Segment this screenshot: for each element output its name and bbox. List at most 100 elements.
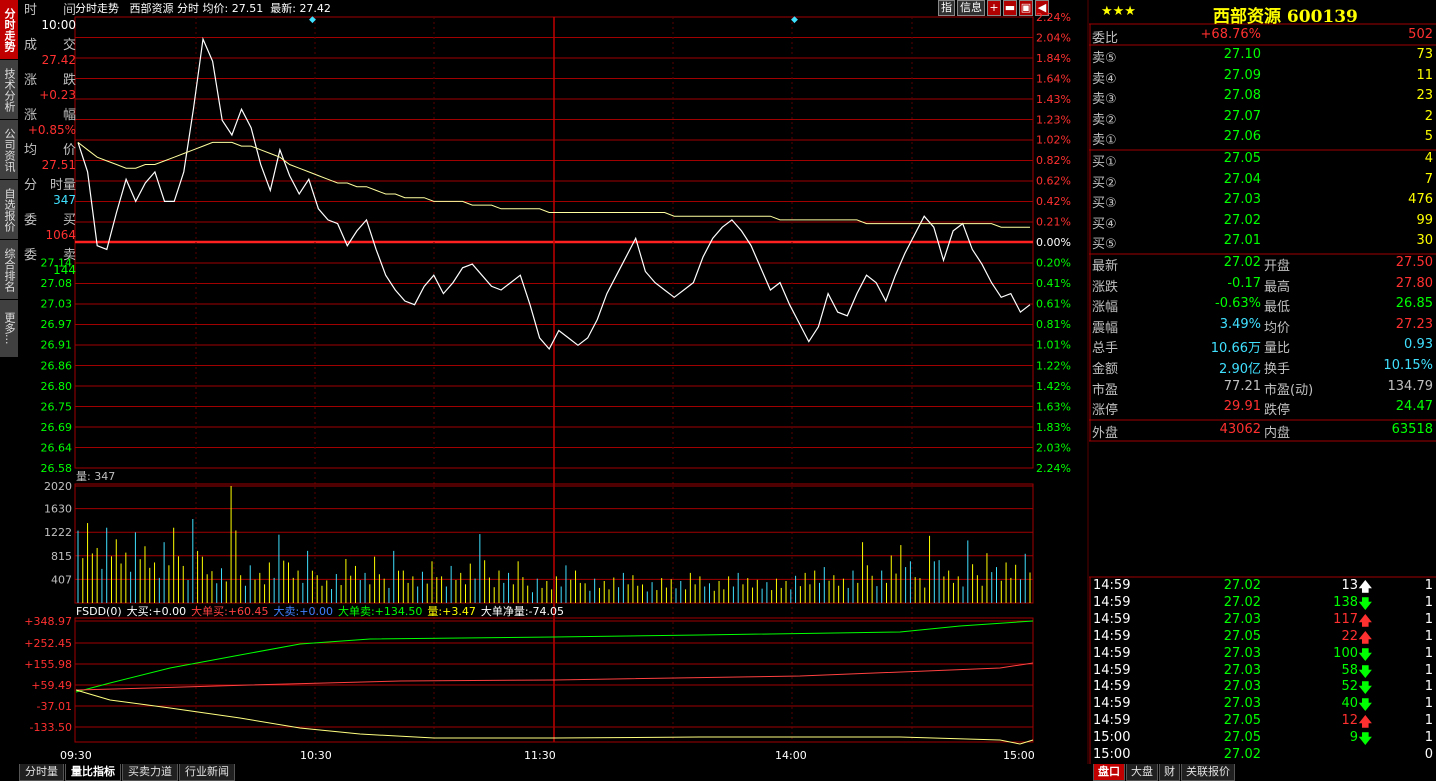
info-value-1: 27.42 xyxy=(41,53,76,67)
stat-label: 市盈(动) xyxy=(1264,382,1314,398)
info-value-3: +0.85% xyxy=(27,123,76,137)
volume-axis-label: 1630 xyxy=(44,503,72,516)
tick-count: 1 xyxy=(1424,730,1433,746)
buy-level-volume: 30 xyxy=(1416,233,1433,249)
info-value-0: 10:00 xyxy=(41,18,76,32)
weibi-pct: +68.76% xyxy=(1200,27,1261,42)
info-value-row-3: +0.85% xyxy=(22,121,76,139)
inner-value: 63518 xyxy=(1391,422,1433,437)
volume-axis-label: 1222 xyxy=(44,526,72,539)
tick-time: 14:59 xyxy=(1093,628,1131,644)
price-axis-label: 26.97 xyxy=(41,318,73,331)
event-marker-icon[interactable]: ◆ xyxy=(309,15,316,25)
stat-label: 均价 xyxy=(1264,320,1291,336)
bottom-tab-2[interactable]: 买卖力道 xyxy=(122,764,178,781)
pct-axis-label: 2.03% xyxy=(1036,441,1071,454)
tick-price: 27.03 xyxy=(1223,611,1261,627)
info-value-row-7: 144 xyxy=(22,261,76,279)
price-axis-label: 27.08 xyxy=(41,277,73,290)
sell-level-volume: 23 xyxy=(1416,88,1433,104)
stat-value: -0.63% xyxy=(1215,296,1261,312)
tick-price: 27.05 xyxy=(1223,730,1261,746)
info-value-row-4: 27.51 xyxy=(22,156,76,174)
tick-volume: 9 xyxy=(1349,730,1358,746)
tick-time: 14:59 xyxy=(1093,696,1131,712)
sell-level-price: 27.10 xyxy=(1223,47,1261,62)
outer-value: 43062 xyxy=(1219,422,1261,437)
tick-time: 14:59 xyxy=(1093,662,1131,678)
sell-level-price: 27.07 xyxy=(1223,108,1261,124)
info-value-7: 144 xyxy=(53,263,76,277)
info-value-row-1: 27.42 xyxy=(22,51,76,69)
stat-label: 涨跌 xyxy=(1092,279,1119,295)
bottom-tab-1[interactable]: 量比指标 xyxy=(65,764,121,781)
sell-level-volume: 11 xyxy=(1416,67,1433,83)
tick-time: 14:59 xyxy=(1093,611,1131,627)
info-value-2: +0.23 xyxy=(39,88,76,102)
tick-volume: 40 xyxy=(1341,696,1358,712)
fsdd-key-2: 大卖: xyxy=(274,604,300,618)
fsdd-val-5: -74.05 xyxy=(529,605,564,618)
stat-value: 2.90亿 xyxy=(1219,362,1261,377)
quote-tab-3[interactable]: 关联报价 xyxy=(1181,764,1235,781)
pct-axis-label: 0.21% xyxy=(1036,216,1071,229)
tick-price: 27.02 xyxy=(1223,578,1261,593)
pct-axis-label: 1.01% xyxy=(1036,339,1071,352)
sell-level-volume: 5 xyxy=(1424,129,1433,145)
tick-volume: 22 xyxy=(1341,628,1358,644)
stat-value: -0.17 xyxy=(1227,275,1261,291)
tick-count: 1 xyxy=(1424,696,1433,712)
tick-price: 27.05 xyxy=(1223,713,1261,729)
price-axis-label: 26.86 xyxy=(41,359,73,372)
fsdd-val-1: +60.45 xyxy=(228,605,269,618)
stat-value: 77.21 xyxy=(1223,378,1261,394)
fsdd-key-5: 大单净量: xyxy=(481,604,529,618)
sell-level-volume: 2 xyxy=(1424,108,1433,124)
quote-tab-0[interactable]: 盘口 xyxy=(1093,764,1125,781)
bottom-tab-bar: 分时量 量比指标 买卖力道 行业新闻 xyxy=(19,764,236,781)
pct-axis-label: 1.84% xyxy=(1036,52,1071,65)
pct-axis-label: 2.24% xyxy=(1036,462,1071,475)
pct-axis-label: 0.61% xyxy=(1036,298,1071,311)
buy-level-volume: 99 xyxy=(1416,212,1433,228)
volume-axis-label: 2020 xyxy=(44,480,72,493)
tick-count: 1 xyxy=(1424,611,1433,627)
chart-area[interactable]: ◆ ◆ 2.24% 2.04% 1.84% 1.64% 1.43% 1.23% 1.02% 0.8… xyxy=(0,0,1089,764)
quote-tab-1[interactable]: 大盘 xyxy=(1126,764,1158,781)
sell-level-label: 卖⑤ xyxy=(1092,51,1117,66)
fsdd-title: FSDD(0) xyxy=(76,605,122,618)
buy-level-price: 27.03 xyxy=(1223,192,1261,208)
buy-level-price: 27.04 xyxy=(1223,171,1261,187)
time-axis-label: 15:00 xyxy=(1003,749,1035,762)
fsdd-key-0: 大买: xyxy=(127,604,153,618)
tick-time: 15:00 xyxy=(1093,747,1131,762)
tick-count: 1 xyxy=(1424,662,1433,678)
quote-tab-2[interactable]: 财 xyxy=(1159,764,1180,781)
pct-axis-label: 1.42% xyxy=(1036,380,1071,393)
stat-label: 开盘 xyxy=(1264,259,1291,274)
pct-axis-label: 1.43% xyxy=(1036,93,1071,106)
stat-label: 最新 xyxy=(1092,259,1119,274)
tick-count: 1 xyxy=(1424,628,1433,644)
fsdd-axis-label: +59.49 xyxy=(31,679,72,692)
price-axis-label: 26.80 xyxy=(41,380,73,393)
pct-axis-label: 1.22% xyxy=(1036,359,1071,372)
tick-time: 14:59 xyxy=(1093,578,1131,593)
pct-axis-label: 2.24% xyxy=(1036,11,1071,24)
tick-count: 0 xyxy=(1424,747,1433,762)
stat-value: 3.49% xyxy=(1219,316,1261,332)
tick-time: 15:00 xyxy=(1093,730,1131,746)
rating-stars-icon: ★★★ xyxy=(1101,4,1136,19)
tick-volume: 52 xyxy=(1341,679,1358,695)
buy-level-price: 27.02 xyxy=(1223,212,1261,228)
fsdd-key-4: 量: xyxy=(427,605,442,618)
pct-axis-label: 0.41% xyxy=(1036,277,1071,290)
outer-label: 外盘 xyxy=(1092,426,1119,441)
tick-volume: 138 xyxy=(1333,594,1358,610)
bottom-tab-3[interactable]: 行业新闻 xyxy=(179,764,235,781)
tick-time: 14:59 xyxy=(1093,594,1131,610)
bottom-tab-0[interactable]: 分时量 xyxy=(19,764,64,781)
tick-count: 1 xyxy=(1424,578,1433,593)
pct-axis-label: 0.42% xyxy=(1036,195,1071,208)
event-marker-icon[interactable]: ◆ xyxy=(791,15,798,25)
